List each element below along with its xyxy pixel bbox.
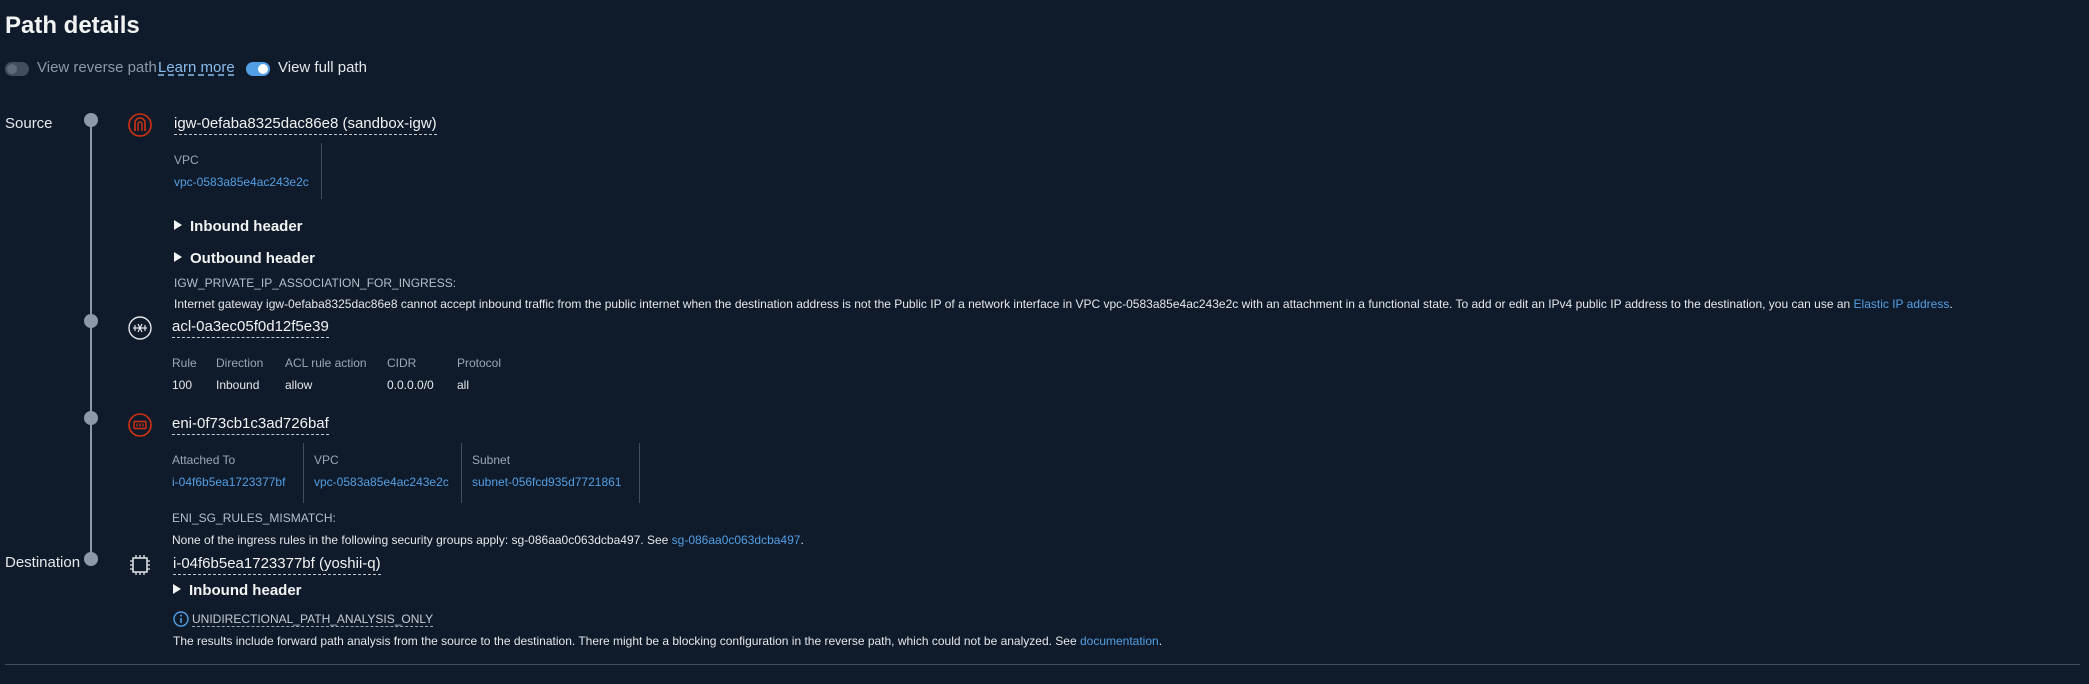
- acl-title[interactable]: acl-0a3ec05f0d12f5e39: [172, 318, 329, 338]
- expander-label: Inbound header: [189, 582, 302, 599]
- eni-subnet-key: Subnet: [472, 453, 511, 467]
- source-label: Source: [5, 115, 53, 132]
- eni-attached-link[interactable]: i-04f6b5ea1723377bf: [172, 475, 285, 489]
- column-divider: [639, 443, 640, 503]
- column-divider: [461, 443, 462, 503]
- info-code[interactable]: UNIDIRECTIONAL_PATH_ANALYSIS_ONLY: [192, 612, 434, 627]
- acl-col-protocol: Protocol: [457, 356, 502, 370]
- reverse-path-label: View reverse path: [37, 59, 157, 76]
- elastic-ip-link[interactable]: Elastic IP address: [1854, 297, 1950, 311]
- full-path-toggle[interactable]: [246, 62, 270, 76]
- eni-subnet-link[interactable]: subnet-056fcd935d7721861: [472, 475, 621, 489]
- expander-label: Outbound header: [190, 250, 315, 267]
- igw-outbound-header-expander[interactable]: Outbound header: [174, 250, 315, 267]
- eni-vpc-link[interactable]: vpc-0583a85e4ac243e2c: [314, 475, 449, 489]
- page-title: Path details: [5, 12, 140, 39]
- message-tail: .: [1158, 634, 1163, 648]
- column-divider: [303, 443, 304, 503]
- message-text: None of the ingress rules in the followi…: [172, 533, 672, 547]
- acl-cidr-value: 0.0.0.0/0: [387, 378, 434, 392]
- learn-more-link[interactable]: Learn more: [158, 59, 235, 76]
- network-acl-icon: [128, 316, 152, 340]
- acl-col-rule: Rule: [172, 356, 197, 370]
- full-path-label: View full path: [278, 59, 367, 76]
- acl-col-direction: Direction: [216, 356, 264, 370]
- documentation-link[interactable]: documentation: [1080, 634, 1159, 648]
- message-text: The results include forward path analysi…: [173, 634, 1080, 648]
- info-message: The results include forward path analysi…: [173, 634, 1162, 648]
- instance-title[interactable]: i-04f6b5ea1723377bf (yoshii-q): [173, 555, 381, 575]
- path-rail: [90, 120, 92, 560]
- igw-error-code: IGW_PRIVATE_IP_ASSOCIATION_FOR_INGRESS:: [174, 276, 457, 290]
- internet-gateway-icon: [128, 113, 152, 137]
- acl-col-action: ACL rule action: [285, 356, 367, 370]
- instance-inbound-header-expander[interactable]: Inbound header: [173, 582, 302, 599]
- path-node-dot: [84, 411, 98, 425]
- message-tail: .: [1949, 297, 1953, 311]
- acl-rule-value: 100: [172, 378, 193, 392]
- igw-title[interactable]: igw-0efaba8325dac86e8 (sandbox-igw): [174, 115, 437, 135]
- destination-label: Destination: [5, 554, 81, 571]
- eni-title[interactable]: eni-0f73cb1c3ad726baf: [172, 415, 329, 435]
- eni-error-code: ENI_SG_RULES_MISMATCH:: [172, 511, 336, 525]
- eni-attached-key: Attached To: [172, 453, 236, 467]
- acl-action-value: allow: [285, 378, 313, 392]
- acl-col-cidr: CIDR: [387, 356, 417, 370]
- eni-error-message: None of the ingress rules in the followi…: [172, 533, 804, 547]
- column-divider: [321, 143, 322, 199]
- path-node-dot: [84, 113, 98, 127]
- acl-protocol-value: all: [457, 378, 470, 392]
- message-tail: .: [800, 533, 804, 547]
- reverse-path-toggle[interactable]: [5, 62, 29, 76]
- acl-direction-value: Inbound: [216, 378, 260, 392]
- section-divider: [5, 664, 2080, 665]
- igw-error-message: Internet gateway igw-0efaba8325dac86e8 c…: [174, 297, 1953, 311]
- path-node-dot: [84, 314, 98, 328]
- network-interface-icon: [128, 413, 152, 437]
- igw-vpc-key: VPC: [174, 153, 199, 167]
- security-group-link[interactable]: sg-086aa0c063dcba497: [672, 533, 801, 547]
- path-node-dot: [84, 552, 98, 566]
- eni-vpc-key: VPC: [314, 453, 339, 467]
- igw-vpc-link[interactable]: vpc-0583a85e4ac243e2c: [174, 175, 309, 189]
- message-text: Internet gateway igw-0efaba8325dac86e8 c…: [174, 297, 1854, 311]
- expander-label: Inbound header: [190, 218, 303, 235]
- instance-chip-icon: [128, 553, 152, 577]
- info-icon: [173, 611, 189, 632]
- igw-inbound-header-expander[interactable]: Inbound header: [174, 218, 303, 235]
